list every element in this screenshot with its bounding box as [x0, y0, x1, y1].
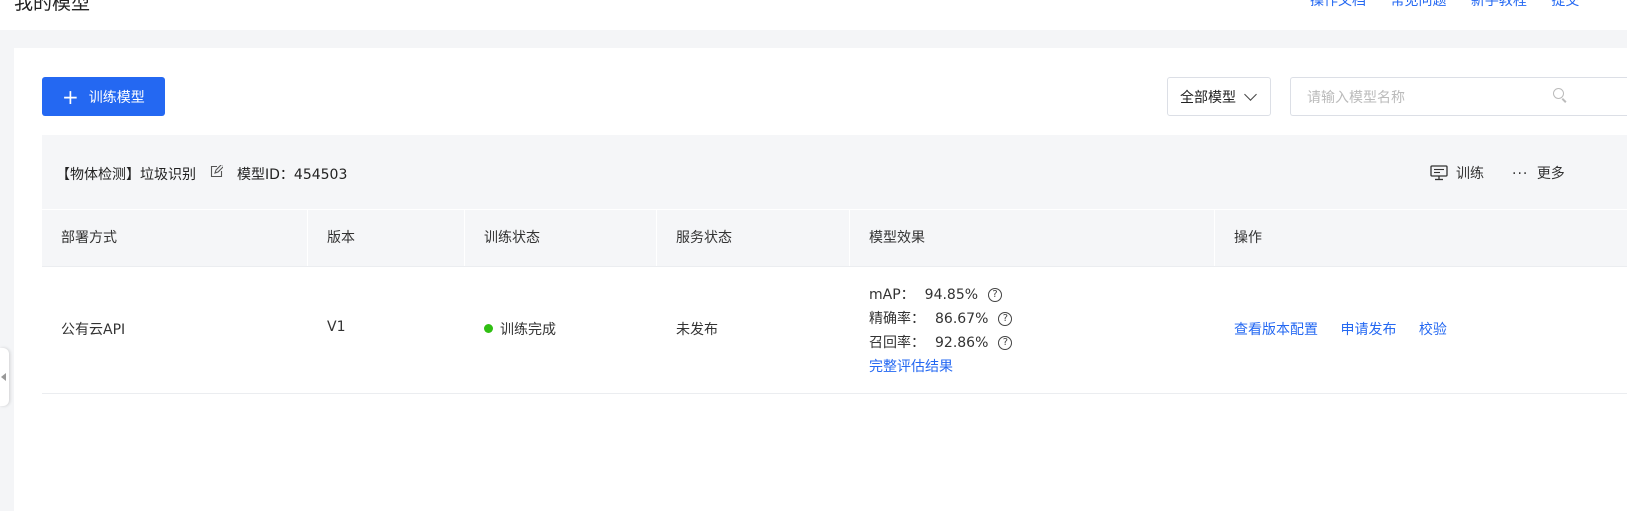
cell-model-effect: mAP： 94.85% ? 精确率： 86.67% ? 召回率： 92.86% …	[869, 283, 1013, 379]
model-header: 【物体检测】垃圾识别 模型ID：454503 训练 ··· 更多	[42, 135, 1627, 209]
top-bar: 我的模型 操作文档 常见问题 新手教程 提交	[0, 0, 1627, 30]
tutorial-link[interactable]: 新手教程	[1471, 0, 1527, 9]
cell-service-status: 未发布	[676, 322, 718, 338]
col-operations: 操作	[1234, 230, 1262, 246]
column-divider	[307, 210, 308, 266]
status-dot-icon	[484, 324, 493, 333]
model-search-input[interactable]	[1305, 78, 1549, 117]
train-model-label: 训练模型	[88, 89, 145, 106]
column-divider	[656, 210, 657, 266]
header-train-label: 训练	[1456, 166, 1484, 182]
cell-version: V1	[327, 319, 346, 335]
train-status-text: 训练完成	[500, 322, 556, 338]
help-icon[interactable]: ?	[998, 336, 1013, 350]
model-id: 模型ID：454503	[237, 164, 347, 184]
col-version: 版本	[327, 230, 355, 246]
model-name: 【物体检测】垃圾识别	[56, 167, 196, 183]
edit-icon[interactable]	[210, 165, 223, 178]
page-title: 我的模型	[14, 0, 91, 14]
verify-link[interactable]: 校验	[1419, 322, 1447, 338]
model-id-label: 模型ID：	[237, 167, 294, 183]
apply-publish-link[interactable]: 申请发布	[1340, 322, 1396, 338]
cell-operations: 查看版本配置 申请发布 校验	[1234, 319, 1465, 339]
header-more-button[interactable]: ··· 更多	[1512, 163, 1565, 183]
col-model-effect: 模型效果	[869, 230, 925, 246]
col-service-status: 服务状态	[676, 230, 732, 246]
header-more-label: 更多	[1536, 166, 1565, 182]
metric-label: mAP：	[869, 287, 915, 303]
monitor-icon	[1430, 165, 1448, 181]
column-divider	[849, 210, 850, 266]
model-filter-select[interactable]: 全部模型	[1167, 77, 1271, 116]
cell-deploy: 公有云API	[61, 322, 126, 338]
metric-value: 86.67%	[935, 311, 989, 327]
model-filter-value: 全部模型	[1180, 89, 1236, 106]
submit-link[interactable]: 提交	[1551, 0, 1579, 9]
sidebar-collapse-handle[interactable]	[0, 348, 9, 406]
cell-train-status: 训练完成	[484, 319, 556, 339]
col-deploy: 部署方式	[61, 230, 117, 246]
metric-precision: 精确率： 86.67% ?	[869, 307, 1013, 331]
metric-label: 召回率：	[869, 335, 925, 351]
help-icon[interactable]: ?	[998, 312, 1013, 326]
help-icon[interactable]: ?	[988, 288, 1003, 302]
metric-map: mAP： 94.85% ?	[869, 283, 1012, 307]
column-divider	[1214, 210, 1215, 266]
chevron-down-icon	[1244, 87, 1257, 101]
top-links: 操作文档 常见问题 新手教程 提交	[1310, 0, 1599, 10]
faq-link[interactable]: 常见问题	[1390, 0, 1446, 9]
search-box	[1290, 77, 1627, 117]
column-divider	[464, 210, 465, 266]
full-eval-link[interactable]: 完整评估结果	[869, 355, 1012, 379]
train-model-button[interactable]: + 训练模型	[42, 77, 165, 116]
view-config-link[interactable]: 查看版本配置	[1234, 322, 1318, 338]
metric-recall: 召回率： 92.86% ?	[869, 331, 1013, 355]
search-icon[interactable]	[1553, 88, 1564, 99]
metric-value: 94.85%	[924, 287, 979, 303]
plus-icon: +	[62, 84, 79, 109]
metric-value: 92.86%	[935, 335, 989, 351]
model-id-value: 454503	[293, 167, 348, 183]
more-dots-icon: ···	[1512, 166, 1529, 182]
header-train-button[interactable]: 训练	[1430, 163, 1484, 183]
col-train-status: 训练状态	[484, 230, 540, 246]
docs-link[interactable]: 操作文档	[1310, 0, 1366, 9]
metric-label: 精确率：	[869, 311, 925, 327]
table-header: 部署方式 版本 训练状态 服务状态 模型效果 操作	[42, 210, 1627, 267]
table-row: 公有云API V1 训练完成 未发布 mAP： 94.85% ? 精确率： 86…	[42, 267, 1627, 394]
